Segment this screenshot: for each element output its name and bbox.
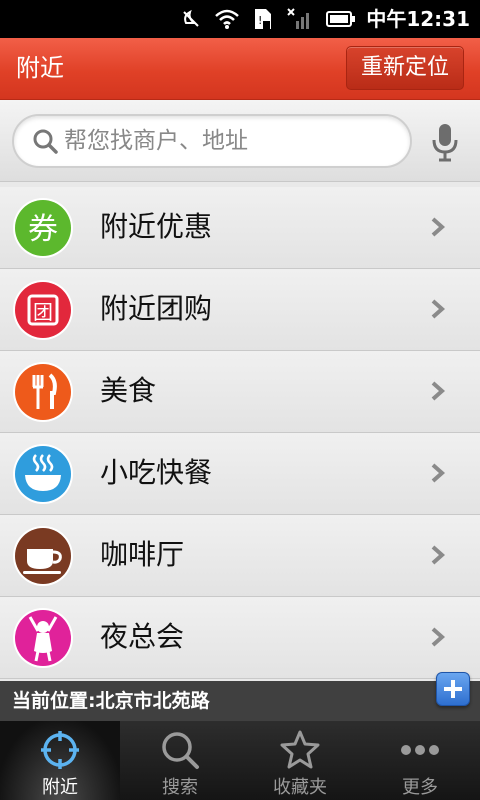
list-item-nearby-group-buy[interactable]: 团 附近团购 xyxy=(0,269,480,351)
page-title: 附近 xyxy=(16,54,64,82)
list-item-food[interactable]: 美食 xyxy=(0,351,480,433)
coffee-cup-icon xyxy=(13,526,73,586)
tab-more[interactable]: 更多 xyxy=(360,721,480,800)
chevron-right-icon xyxy=(431,381,446,401)
more-dots-icon xyxy=(401,745,439,755)
chevron-right-icon xyxy=(431,627,446,647)
search-icon xyxy=(162,732,199,769)
chevron-right-icon xyxy=(431,545,446,565)
svg-text:团: 团 xyxy=(33,300,53,324)
chevron-right-icon xyxy=(431,217,446,237)
coupon-icon: 券 xyxy=(13,198,73,258)
category-list: 券 附近优惠 团 附近团购 美食 小吃快餐 咖啡厅 夜总会 xyxy=(0,187,480,679)
svg-text:!: ! xyxy=(258,14,262,27)
add-button[interactable] xyxy=(436,672,470,706)
search-box[interactable] xyxy=(12,114,412,168)
tab-label: 收藏夹 xyxy=(273,777,327,798)
microphone-icon[interactable] xyxy=(428,122,462,162)
list-item-label: 夜总会 xyxy=(100,620,185,653)
tab-label: 更多 xyxy=(402,777,438,798)
list-item-nightclub[interactable]: 夜总会 xyxy=(0,597,480,679)
tab-nearby[interactable]: 附近 xyxy=(0,721,120,800)
crosshair-icon xyxy=(41,731,79,769)
tab-label: 附近 xyxy=(42,777,78,798)
bowl-icon xyxy=(13,444,73,504)
chevron-right-icon xyxy=(431,299,446,319)
list-item-label: 附近团购 xyxy=(100,292,213,325)
signal-off-icon xyxy=(287,8,309,29)
star-icon xyxy=(280,730,320,769)
tab-favorites[interactable]: 收藏夹 xyxy=(240,721,360,800)
chevron-right-icon xyxy=(431,463,446,483)
list-item-label: 咖啡厅 xyxy=(100,538,185,571)
list-item-nearby-deals[interactable]: 券 附近优惠 xyxy=(0,187,480,269)
relocate-button[interactable]: 重新定位 xyxy=(346,46,464,90)
tab-search[interactable]: 搜索 xyxy=(120,721,240,800)
search-area xyxy=(0,100,480,182)
header: 附近 重新定位 xyxy=(0,38,480,100)
battery-icon xyxy=(326,11,355,27)
list-item-label: 附近优惠 xyxy=(100,210,213,243)
tab-label: 搜索 xyxy=(162,777,198,798)
current-location-text: 当前位置:北京市北苑路 xyxy=(12,690,210,712)
wifi-icon xyxy=(215,9,239,29)
dancer-icon xyxy=(13,608,73,668)
sim-card-icon: ! xyxy=(255,9,271,29)
list-item-snacks[interactable]: 小吃快餐 xyxy=(0,433,480,515)
list-item-label: 美食 xyxy=(100,374,157,407)
tab-bar: 附近 搜索 收藏夹 更多 xyxy=(0,721,480,800)
do-not-disturb-icon xyxy=(183,9,199,27)
search-icon xyxy=(33,129,58,154)
group-buy-icon: 团 xyxy=(13,280,73,340)
current-location-bar: 当前位置:北京市北苑路 xyxy=(0,681,480,721)
svg-text:券: 券 xyxy=(28,212,58,247)
status-bar: ! 中午12:31 xyxy=(0,0,480,38)
status-clock: 中午12:31 xyxy=(366,7,470,31)
list-item-cafe[interactable]: 咖啡厅 xyxy=(0,515,480,597)
plus-icon xyxy=(444,680,462,698)
list-item-label: 小吃快餐 xyxy=(100,456,213,489)
search-input[interactable] xyxy=(64,128,404,154)
status-icons: ! xyxy=(180,6,356,32)
fork-knife-icon xyxy=(13,362,73,422)
